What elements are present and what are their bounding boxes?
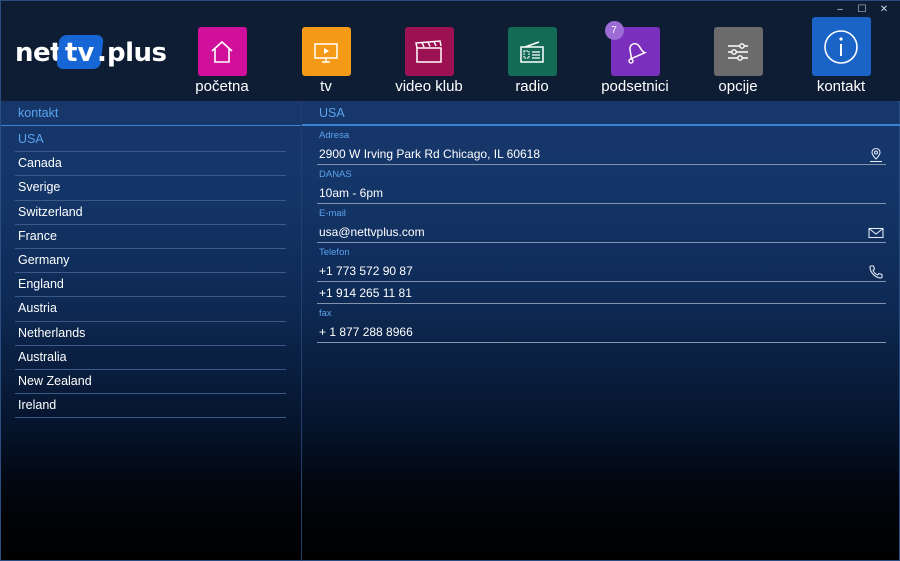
country-item-austria[interactable]: Austria (15, 297, 286, 322)
nav-tile-podsetnici[interactable]: 7 (604, 21, 660, 76)
map-pin-icon[interactable] (868, 147, 884, 163)
nav-label: početna (195, 78, 249, 95)
nav-tile-pocetna[interactable] (197, 27, 247, 76)
country-item-germany[interactable]: Germany (15, 249, 286, 274)
reminder-count-badge: 7 (604, 21, 624, 40)
country-item-ireland[interactable]: Ireland (15, 394, 286, 419)
nav-video-klub[interactable]: video klub (389, 27, 469, 101)
country-item-new-zealand[interactable]: New Zealand (15, 370, 286, 395)
phone-value-1: +1 773 572 90 87 (319, 264, 413, 278)
nav-label: kontakt (816, 78, 866, 95)
country-item-sverige[interactable]: Sverige (15, 176, 286, 201)
country-item-switzerland[interactable]: Switzerland (15, 201, 286, 225)
nav-tv[interactable]: tv (286, 27, 366, 101)
minimize-button[interactable]: ‒ (829, 3, 851, 17)
hours-label: DANAS (319, 169, 352, 180)
country-list: USA Canada Sverige Switzerland France Ge… (15, 128, 286, 419)
fax-row: + 1 877 288 8966 (317, 321, 886, 343)
top-navigation-bar: net tv . plus početna tv video klub radi… (1, 1, 900, 101)
nav-label: podsetnici (601, 78, 669, 95)
nav-radio[interactable]: radio (492, 27, 572, 101)
country-item-england[interactable]: England (15, 273, 286, 298)
window-controls: ‒ ☐ ✕ (829, 3, 895, 17)
nav-opcije[interactable]: opcije (698, 27, 778, 101)
phone-label: Telefon (319, 247, 350, 258)
nav-pocetna[interactable]: početna (182, 27, 262, 101)
home-icon (211, 40, 233, 63)
phone-icon[interactable] (868, 264, 884, 280)
info-icon (824, 29, 858, 64)
close-button[interactable]: ✕ (873, 3, 895, 17)
fax-label: fax (319, 308, 332, 319)
nav-label: video klub (395, 78, 463, 95)
country-item-canada[interactable]: Canada (15, 152, 286, 177)
country-item-france[interactable]: France (15, 225, 286, 249)
contact-details: Adresa 2900 W Irving Park Rd Chicago, IL… (317, 129, 886, 343)
bell-icon (628, 42, 648, 64)
hours-value: 10am - 6pm (319, 186, 384, 200)
clapperboard-icon (415, 39, 442, 63)
nav-tile-radio[interactable] (507, 27, 557, 76)
sliders-icon (728, 42, 748, 61)
address-row: 2900 W Irving Park Rd Chicago, IL 60618 (317, 143, 886, 165)
nav-tile-tv[interactable] (301, 27, 351, 76)
app-window: net tv . plus početna tv video klub radi… (0, 0, 900, 561)
nav-label: tv (320, 78, 332, 95)
left-panel-title: kontakt (1, 101, 301, 126)
phone-row-2: +1 914 265 11 81 (317, 282, 886, 304)
nav-tile-opcije[interactable] (713, 27, 763, 76)
maximize-button[interactable]: ☐ (851, 3, 873, 17)
panel-divider (301, 101, 302, 561)
email-row: usa@nettvplus.com (317, 221, 886, 243)
nav-label: opcije (718, 78, 758, 95)
phone-value-2: +1 914 265 11 81 (319, 286, 412, 300)
tv-icon (314, 42, 338, 63)
nav-tile-video-klub[interactable] (404, 27, 454, 76)
address-label: Adresa (319, 130, 350, 141)
right-panel-title: USA (302, 101, 900, 126)
fax-value: + 1 877 288 8966 (319, 325, 413, 339)
radio-icon (520, 40, 544, 63)
address-value: 2900 W Irving Park Rd Chicago, IL 60618 (319, 147, 541, 161)
nav-kontakt[interactable]: kontakt (801, 17, 881, 95)
phone-row-1: +1 773 572 90 87 (317, 260, 886, 282)
country-item-australia[interactable]: Australia (15, 346, 286, 370)
nav-tile-kontakt[interactable] (811, 17, 871, 76)
email-value: usa@nettvplus.com (319, 225, 425, 239)
email-label: E-mail (319, 208, 346, 219)
hours-row: 10am - 6pm (317, 182, 886, 204)
nav-label: radio (515, 78, 549, 95)
country-item-usa[interactable]: USA (15, 128, 286, 153)
nav-podsetnici[interactable]: 7 podsetnici (595, 21, 675, 101)
country-item-netherlands[interactable]: Netherlands (15, 322, 286, 346)
mail-icon[interactable] (868, 225, 884, 241)
